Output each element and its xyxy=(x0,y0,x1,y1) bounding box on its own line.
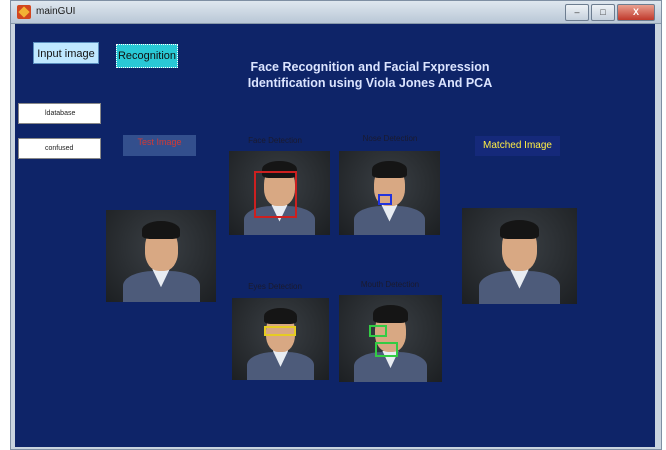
window-controls: – □ X xyxy=(565,4,655,21)
maximize-button[interactable]: □ xyxy=(591,4,615,21)
matlab-icon xyxy=(17,5,31,19)
mouth-detection-axes xyxy=(339,295,442,382)
mouth-detection-label: Mouth Detection xyxy=(360,280,420,289)
face-detection-axes xyxy=(229,151,330,235)
eyes-detection-label: Eyes Detection xyxy=(248,282,302,291)
mouth-region-box xyxy=(368,324,388,337)
face-detection-label: Face Detection xyxy=(248,136,302,145)
nose-detection-label: Nose Detection xyxy=(362,134,418,143)
minimize-button[interactable]: – xyxy=(565,4,589,21)
matched-image-label: Matched Image xyxy=(475,136,560,156)
mouth-bounding-box xyxy=(375,341,398,357)
input-image-button[interactable]: Input image xyxy=(33,42,99,64)
title-bar: mainGUI – □ X xyxy=(11,1,661,24)
page-title: Face Recognition and Facial Fxpression I… xyxy=(205,59,535,91)
main-gui-window: mainGUI – □ X Input image Recognition Fa… xyxy=(10,0,662,450)
result-field[interactable]: confused xyxy=(18,138,101,159)
window-title: mainGUI xyxy=(36,6,76,17)
database-field[interactable]: ldatabase xyxy=(18,103,101,124)
recognition-button[interactable]: Recognition xyxy=(116,44,178,68)
gui-canvas: Input image Recognition Face Recognition… xyxy=(15,24,655,447)
test-image-label: Test Image xyxy=(123,135,196,156)
nose-bounding-box xyxy=(378,193,392,205)
test-image-axes xyxy=(106,210,216,302)
close-button[interactable]: X xyxy=(617,4,655,21)
face-bounding-box xyxy=(254,171,297,219)
title-line-2: Identification using Viola Jones And PCA xyxy=(247,76,493,90)
matched-image-axes xyxy=(462,208,577,304)
title-line-1: Face Recognition and Facial Fxpression xyxy=(250,60,490,74)
nose-detection-axes xyxy=(339,151,440,235)
eyes-bounding-box xyxy=(264,325,296,336)
eyes-detection-axes xyxy=(232,298,329,380)
